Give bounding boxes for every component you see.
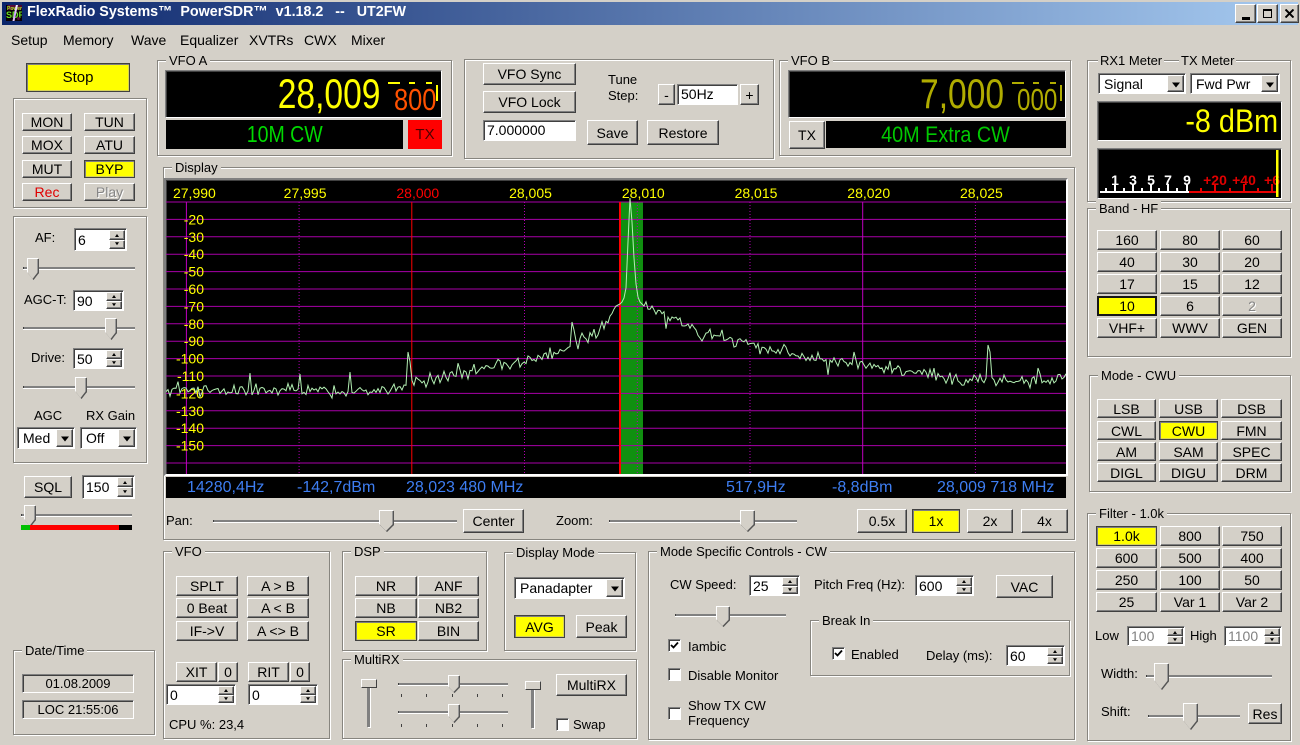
svg-text:-90: -90 xyxy=(184,333,204,349)
svg-text:-60: -60 xyxy=(184,281,204,297)
svg-text:28,020: 28,020 xyxy=(847,185,890,201)
svg-text:-40: -40 xyxy=(184,246,204,262)
svg-text:28,005: 28,005 xyxy=(509,185,552,201)
svg-text:28,010: 28,010 xyxy=(622,185,665,201)
svg-text:27,990: 27,990 xyxy=(173,185,216,201)
svg-text:28,015: 28,015 xyxy=(735,185,778,201)
svg-text:28,025: 28,025 xyxy=(960,185,1003,201)
svg-text:-80: -80 xyxy=(184,316,204,332)
svg-text:-140: -140 xyxy=(176,420,204,436)
svg-text:-50: -50 xyxy=(184,264,204,280)
svg-text:-130: -130 xyxy=(176,403,204,419)
svg-text:-30: -30 xyxy=(184,229,204,245)
svg-text:-100: -100 xyxy=(176,351,204,367)
svg-text:28,000: 28,000 xyxy=(396,185,439,201)
svg-text:-110: -110 xyxy=(177,368,204,384)
svg-text:-20: -20 xyxy=(184,211,204,227)
svg-text:-150: -150 xyxy=(176,438,204,454)
svg-text:27,995: 27,995 xyxy=(284,185,327,201)
svg-text:-70: -70 xyxy=(184,298,204,314)
